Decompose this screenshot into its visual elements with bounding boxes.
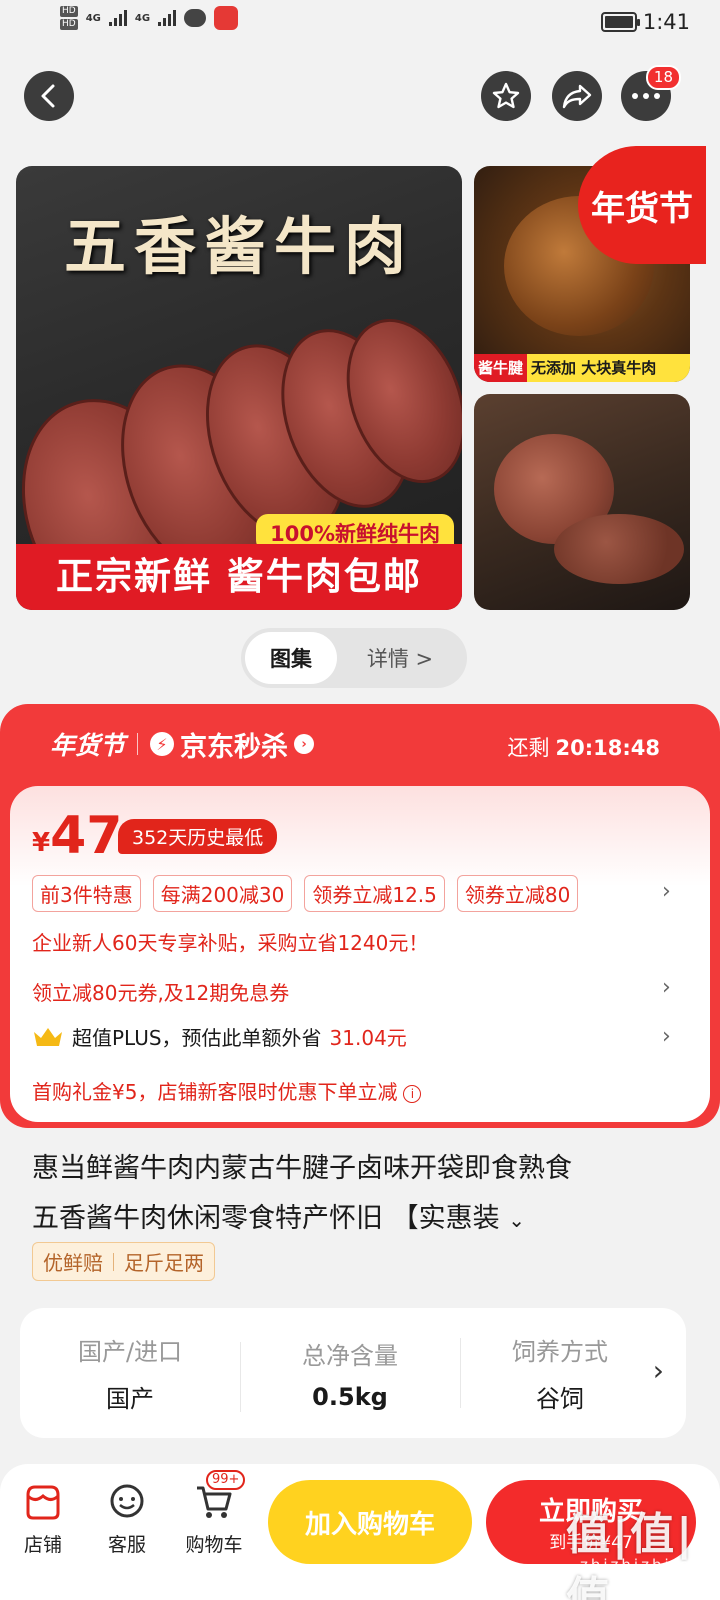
- chevron-right-icon: ›: [294, 734, 315, 754]
- status-bar-right: 1:41: [600, 10, 690, 34]
- coupon-tag[interactable]: 每满200减30: [152, 875, 293, 912]
- watermark-logo: 值|值|值: [566, 1509, 695, 1600]
- cart-count-badge: 99+: [206, 1470, 246, 1490]
- cart-button[interactable]: 99+ 购物车: [176, 1470, 252, 1557]
- hd1-label: HD: [60, 6, 78, 17]
- add-to-cart-button[interactable]: 加入购物车: [268, 1480, 472, 1564]
- spec-item: 总净含量 0.5kg: [240, 1336, 460, 1412]
- spec-item: 饲养方式 谷饲: [460, 1332, 660, 1414]
- spec-value: 谷饲: [536, 1385, 584, 1413]
- image-title-text: 五香酱牛肉: [63, 210, 414, 283]
- crown-icon: [32, 1026, 64, 1048]
- favorite-button[interactable]: [481, 71, 531, 121]
- coupon-list[interactable]: 前3件特惠 每满200减30 领券立减12.5 领券立减80: [32, 875, 579, 912]
- seckill-header[interactable]: 年货节 ⚡ 京东秒杀 ›: [50, 724, 315, 764]
- service-tag: 足斤足两: [124, 1251, 204, 1275]
- net1-label: 4G: [85, 12, 101, 24]
- free-shipping-banner: 正宗新鲜 酱牛肉包邮: [16, 544, 462, 610]
- chevron-left-icon: [41, 84, 55, 108]
- title-line-2: 五香酱牛肉休闲零食特产怀旧 【实惠装: [32, 1203, 500, 1234]
- first-gift-text: 首购礼金¥5，店铺新客限时优惠下单立减: [32, 1080, 398, 1104]
- side-image-caption: 酱牛腱 无添加 大块真牛肉: [474, 354, 690, 382]
- voucher-text[interactable]: 领立减80元券,及12期免息券: [32, 977, 289, 1006]
- coupon-tag[interactable]: 前3件特惠: [32, 875, 141, 912]
- service-tags[interactable]: 优鲜赔 足斤足两: [32, 1242, 215, 1281]
- share-button[interactable]: [552, 71, 602, 121]
- plus-chevron-icon[interactable]: ›: [662, 1024, 671, 1049]
- header-divider: [137, 733, 139, 755]
- countdown-label: 还剩: [507, 736, 550, 760]
- plus-label: 超值PLUS，预估此单额外省: [72, 1026, 322, 1050]
- voucher-chevron-icon[interactable]: ›: [662, 975, 671, 1000]
- festival-label: 年货节: [50, 731, 126, 760]
- title-line-1: 惠当鲜酱牛肉内蒙古牛腱子卤味开袋即食熟食: [32, 1153, 572, 1184]
- lightning-icon: ⚡: [150, 732, 175, 756]
- tab-gallery[interactable]: 图集: [245, 632, 337, 684]
- status-bar-left: HD HD 4G 4G: [60, 6, 239, 30]
- spec-value: 0.5kg: [312, 1382, 388, 1411]
- tag-divider: [113, 1252, 114, 1271]
- countdown-timer: 还剩 20:18:48: [508, 732, 660, 762]
- chat-icon: [92, 1480, 162, 1524]
- message-count-badge: 18: [645, 65, 681, 90]
- countdown-value: 20:18:48: [555, 736, 660, 760]
- side-product-image-2[interactable]: 1 5: [474, 394, 690, 610]
- seckill-label: 京东秒杀: [180, 731, 289, 763]
- info-icon[interactable]: i: [403, 1084, 422, 1103]
- coupon-chevron-icon[interactable]: ›: [662, 879, 671, 904]
- jd-seckill-link[interactable]: ⚡ 京东秒杀 ›: [150, 725, 315, 764]
- festival-badge: 年货节: [578, 146, 706, 264]
- cart-icon: 99+: [176, 1470, 252, 1524]
- net2-label: 4G: [134, 12, 151, 24]
- service-label: 客服: [107, 1534, 146, 1556]
- app-notification-icon: [214, 6, 239, 30]
- spec-card[interactable]: 国产/进口 国产 总净含量 0.5kg 饲养方式 谷饲 ›: [20, 1308, 686, 1438]
- history-low-badge: 352天历史最低: [118, 819, 278, 854]
- spec-key: 饲养方式: [512, 1338, 608, 1366]
- enterprise-subsidy-text: 企业新人60天专享补贴，采购立省1240元！: [32, 931, 429, 955]
- watermark-url: zhizhizhi.com: [580, 1556, 720, 1574]
- service-tag: 优鲜赔: [43, 1251, 103, 1275]
- shop-icon: [8, 1480, 78, 1524]
- coupon-tag[interactable]: 领券立减12.5: [304, 875, 445, 912]
- plus-savings-row[interactable]: 超值PLUS，预估此单额外省 31.04元: [32, 1022, 407, 1051]
- coupon-tag[interactable]: 领券立减80: [456, 875, 579, 912]
- tab-details[interactable]: 详情 >: [337, 643, 463, 673]
- spec-key: 国产/进口: [77, 1338, 183, 1366]
- first-purchase-gift: 首购礼金¥5，店铺新客限时优惠下单立减 i: [32, 1076, 422, 1105]
- more-icon: [632, 93, 660, 99]
- price: ¥ 47: [32, 808, 122, 864]
- customer-service-button[interactable]: 客服: [92, 1480, 162, 1557]
- spec-key: 总净含量: [302, 1341, 398, 1370]
- caption-yellow: 无添加 大块真牛肉: [527, 354, 690, 382]
- share-icon: [562, 84, 592, 109]
- plus-amount: 31.04元: [329, 1026, 407, 1050]
- battery-icon: [600, 12, 640, 32]
- signal1-icon: [108, 10, 127, 26]
- star-icon: [492, 82, 520, 109]
- price-currency: ¥: [32, 828, 51, 858]
- clock: 1:41: [642, 10, 690, 34]
- hd-indicator: HD HD: [60, 6, 78, 30]
- back-button[interactable]: [24, 71, 74, 121]
- caption-red: 酱牛腱: [474, 354, 528, 382]
- main-product-image[interactable]: 五香酱牛肉 100%新鲜纯牛肉 正宗新鲜 酱牛肉包邮: [16, 166, 462, 610]
- spec-item: 国产/进口 国产: [20, 1332, 240, 1414]
- wechat-icon: [184, 9, 207, 27]
- shop-label: 店铺: [23, 1534, 62, 1556]
- more-button[interactable]: 18: [621, 65, 681, 121]
- hd2-label: HD: [60, 19, 78, 30]
- chevron-right-icon[interactable]: ›: [653, 1354, 664, 1387]
- spec-value: 国产: [106, 1385, 154, 1413]
- signal2-icon: [158, 10, 177, 26]
- price-value: 47: [50, 806, 123, 866]
- shop-button[interactable]: 店铺: [8, 1480, 78, 1557]
- cart-label: 购物车: [185, 1534, 243, 1556]
- gallery-details-toggle: 图集 详情 >: [241, 628, 467, 688]
- chevron-down-icon[interactable]: ⌄: [508, 1208, 525, 1232]
- product-title[interactable]: 惠当鲜酱牛肉内蒙古牛腱子卤味开袋即食熟食 五香酱牛肉休闲零食特产怀旧 【实惠装 …: [32, 1144, 672, 1245]
